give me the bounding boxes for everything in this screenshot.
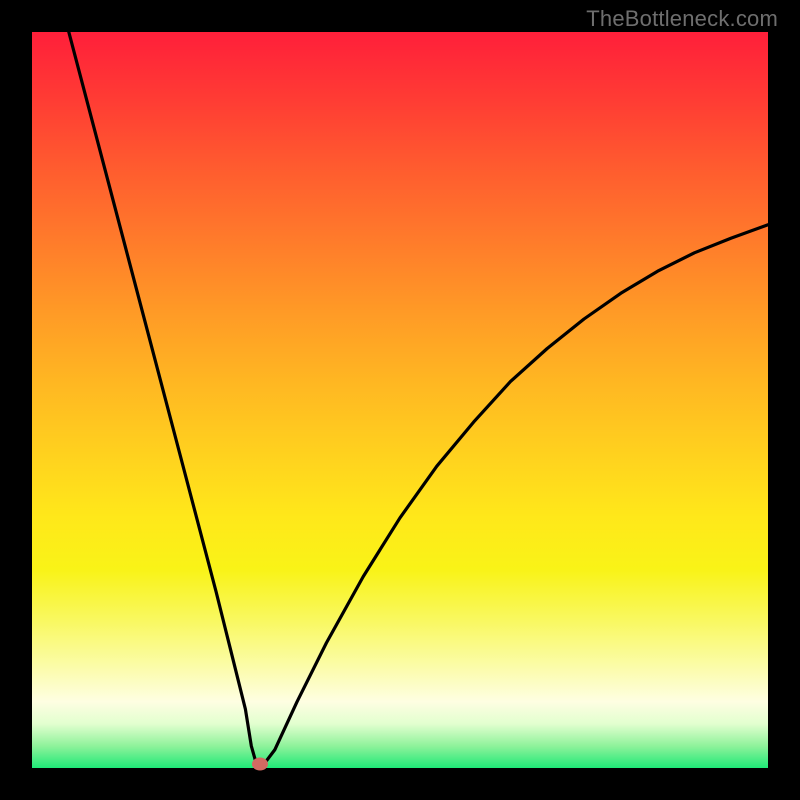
minimum-marker <box>252 758 268 771</box>
watermark-text: TheBottleneck.com <box>586 6 778 32</box>
plot-area <box>32 32 768 768</box>
chart-frame: TheBottleneck.com <box>0 0 800 800</box>
bottleneck-curve-path <box>69 32 768 764</box>
curve-svg <box>32 32 768 768</box>
